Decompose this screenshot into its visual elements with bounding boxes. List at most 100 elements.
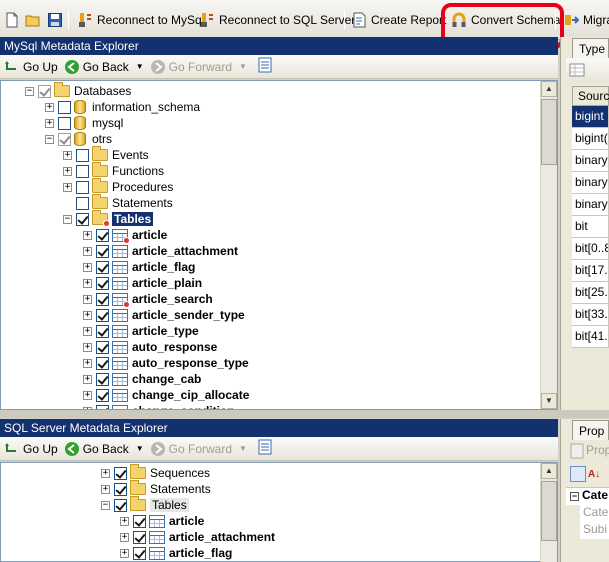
property-row-1[interactable]: Cate [580,505,609,522]
table-row[interactable]: + article_attachment [120,529,275,545]
new-file-icon[interactable] [4,9,20,31]
expand-icon[interactable]: + [83,390,92,400]
collapse-icon[interactable]: − [45,134,54,144]
chevron-down-icon[interactable]: ▼ [136,62,144,71]
checkbox[interactable] [96,260,109,274]
tree-node-tables[interactable]: − Tables [63,210,154,227]
mysql-go-back-button[interactable]: Go Back ▼ [64,59,144,75]
migrate-button[interactable]: Migrat [563,9,609,31]
chevron-down-icon[interactable]: ▼ [239,444,247,453]
checkbox[interactable] [133,514,146,528]
expand-icon[interactable]: + [83,326,92,336]
type-tab[interactable]: Type [572,38,609,58]
type-row[interactable]: bit[0..8] [572,238,609,260]
type-row[interactable]: bigint(*... [572,128,609,150]
collapse-icon[interactable]: − [63,214,72,224]
expand-icon[interactable]: + [83,246,92,256]
tree-node-mysql[interactable]: + mysql [45,115,123,131]
table-row[interactable]: + change_cip_allocate [83,387,249,403]
scroll-thumb[interactable] [541,481,557,541]
checkbox[interactable] [96,308,109,322]
tree-node-statements[interactable]: + Statements [101,480,211,497]
type-row[interactable]: bit [572,216,609,238]
checkbox[interactable] [96,244,109,258]
expand-icon[interactable]: + [83,310,92,320]
mysql-go-forward-button[interactable]: Go Forward ▼ [150,59,247,75]
create-report-button[interactable]: Create Report [351,9,446,31]
reconnect-mysql-button[interactable]: Reconnect to MySql [77,9,204,31]
type-row[interactable]: bigint [572,106,609,128]
expand-icon[interactable]: + [45,118,54,128]
type-row[interactable]: bit[17..2 [572,260,609,282]
table-row[interactable]: + change_cab [83,371,201,387]
table-row[interactable]: + article_flag [120,545,232,561]
type-row[interactable]: bit[33..4 [572,304,609,326]
checkbox[interactable] [96,324,109,338]
expand-icon[interactable]: + [83,358,92,368]
expand-icon[interactable]: + [101,484,110,494]
table-row[interactable]: +change_condition [83,403,235,409]
checkbox[interactable] [96,356,109,370]
expand-icon[interactable]: + [120,516,129,526]
scroll-down-icon[interactable]: ▼ [541,393,557,409]
tree-node-information-schema[interactable]: + information_schema [45,99,200,115]
expand-icon[interactable]: + [83,278,92,288]
table-row[interactable]: + article_sender_type [83,307,245,323]
properties-tab[interactable]: Prop [572,420,609,440]
expand-icon[interactable]: + [101,468,110,478]
chevron-down-icon[interactable]: ▼ [136,444,144,453]
type-row[interactable]: binary[2... [572,194,609,216]
checkbox[interactable] [76,148,89,162]
checkbox[interactable] [96,228,109,242]
sqlserver-go-back-button[interactable]: Go Back ▼ [64,441,144,457]
tree-node-tables[interactable]: − Tables [101,496,189,513]
sqlserver-go-forward-button[interactable]: Go Forward ▼ [150,441,247,457]
checkbox[interactable] [96,372,109,386]
checkbox[interactable] [76,180,89,194]
tree-node-procedures[interactable]: + Procedures [63,178,173,195]
table-row[interactable]: + article_type [83,323,199,339]
tree-node-databases[interactable]: − Databases [25,82,131,99]
expand-icon[interactable]: + [63,166,72,176]
sqlserver-tree-scrollbar[interactable]: ▲ [540,463,557,562]
expand-icon[interactable]: + [83,230,92,240]
expand-icon[interactable]: + [120,532,129,542]
tree-node-events[interactable]: + Events [63,146,149,163]
checkbox[interactable] [58,116,71,130]
tree-node-functions[interactable]: + Functions [63,162,164,179]
expand-icon[interactable]: + [83,342,92,352]
collapse-icon[interactable]: − [25,86,34,96]
collapse-icon[interactable]: − [570,492,579,501]
category-row[interactable]: − Cate [566,487,609,505]
mysql-tree-scrollbar[interactable]: ▲ ▼ [540,81,557,409]
tree-node-statements[interactable]: Statements [63,194,173,211]
expand-icon[interactable]: + [45,102,54,112]
expand-icon[interactable]: + [120,548,129,558]
checkbox[interactable] [114,466,127,480]
table-row[interactable]: + article_plain [83,275,202,291]
table-row[interactable]: + article [83,227,167,244]
expand-icon[interactable]: + [83,294,92,304]
checkbox[interactable] [38,84,51,98]
type-row[interactable]: binary[0... [572,172,609,194]
scroll-thumb[interactable] [541,99,557,165]
checkbox[interactable] [133,546,146,560]
horizontal-splitter[interactable] [0,410,609,418]
reconnect-sqlserver-button[interactable]: Reconnect to SQL Server [199,9,355,31]
scroll-up-icon[interactable]: ▲ [541,463,557,479]
chevron-down-icon[interactable]: ▼ [239,62,247,71]
expand-icon[interactable]: + [83,262,92,272]
checkbox[interactable] [96,340,109,354]
collapse-icon[interactable]: − [101,500,110,510]
checkbox[interactable] [96,292,109,306]
checkbox[interactable] [76,212,89,226]
tree-node-sequences[interactable]: + Sequences [101,464,210,481]
checkbox[interactable] [96,388,109,402]
checkbox[interactable] [133,530,146,544]
checkbox[interactable] [114,498,127,512]
expand-icon[interactable]: + [83,374,92,384]
expand-icon[interactable]: + [63,182,72,192]
checkbox[interactable] [114,482,127,496]
checkbox[interactable] [96,276,109,290]
properties-icon[interactable] [257,439,273,458]
